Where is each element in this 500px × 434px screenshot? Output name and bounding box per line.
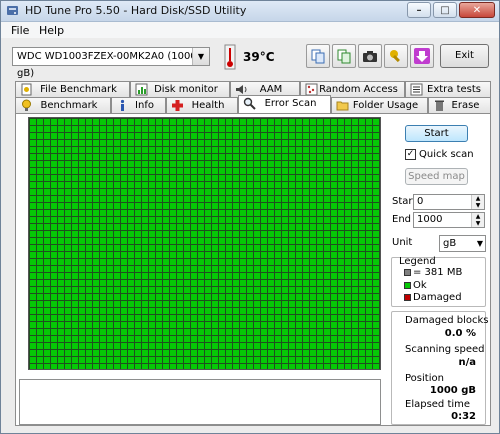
drive-select[interactable]: WDC WD1003FZEX-00MK2A0 (1000 gB) ▼ — [12, 47, 210, 79]
minimize-button[interactable]: – — [407, 2, 431, 18]
position-label: Position — [405, 373, 444, 384]
legend-ok-swatch — [404, 282, 411, 289]
end-spinner[interactable]: ▲ ▼ — [471, 213, 484, 227]
legend-block-swatch — [404, 269, 411, 276]
unit-select-value: gB — [443, 238, 457, 249]
start-field-value: 0 — [417, 196, 424, 207]
maximize-button[interactable]: □ — [433, 2, 457, 18]
window-title: HD Tune Pro 5.50 - Hard Disk/SSD Utility — [25, 4, 247, 17]
download-arrow-icon — [414, 48, 430, 64]
temperature-readout: 39°C — [243, 50, 275, 64]
end-field-value: 1000 — [417, 214, 443, 225]
quick-scan-label: Quick scan — [419, 149, 474, 160]
tab-disk-monitor[interactable]: Disk monitor — [130, 81, 230, 97]
save-button[interactable] — [410, 44, 434, 68]
scanning-speed-label: Scanning speed — [405, 344, 485, 355]
unit-select[interactable]: gB ▼ — [439, 235, 486, 252]
damaged-blocks-value: 0.0 % — [444, 328, 476, 339]
end-field[interactable]: 1000 ▲ ▼ — [413, 212, 485, 228]
scan-log-area[interactable] — [19, 379, 381, 425]
tab-health[interactable]: Health — [166, 97, 238, 113]
hd-tune-app-icon — [7, 6, 18, 15]
copy-icon — [311, 49, 325, 64]
close-button[interactable]: ✕ — [459, 2, 495, 18]
tab-error-scan[interactable]: Error Scan — [238, 95, 331, 113]
toolbar: WDC WD1003FZEX-00MK2A0 (1000 gB) ▼ 39°C — [1, 39, 499, 79]
start-button[interactable]: Start — [405, 125, 468, 142]
copy-info-button[interactable] — [332, 44, 356, 68]
start-spinner[interactable]: ▲ ▼ — [471, 195, 484, 209]
app-window: HD Tune Pro 5.50 - Hard Disk/SSD Utility… — [0, 0, 500, 434]
screenshot-button[interactable] — [358, 44, 382, 68]
damaged-blocks-label: Damaged blocks — [405, 315, 489, 326]
drive-select-value: WDC WD1003FZEX-00MK2A0 (1000 gB) — [17, 51, 197, 79]
legend-damaged-label: Damaged — [413, 292, 462, 303]
exit-button[interactable]: Exit — [440, 44, 489, 68]
start-field[interactable]: 0 ▲ ▼ — [413, 194, 485, 210]
unit-label: Unit — [392, 237, 413, 248]
elapsed-time-label: Elapsed time — [405, 399, 471, 410]
options-button[interactable] — [384, 44, 408, 68]
tab-file-benchmark[interactable]: File Benchmark — [15, 81, 130, 97]
chevron-down-icon: ▼ — [192, 48, 209, 65]
legend-block-size: = 381 MB — [413, 267, 463, 278]
menu-bar: File Help — [1, 22, 499, 38]
tab-benchmark[interactable]: Benchmark — [15, 97, 111, 113]
elapsed-time-value: 0:32 — [451, 411, 476, 422]
tab-extra-tests[interactable]: Extra tests — [405, 81, 491, 97]
quick-scan-checkbox[interactable]: ✓ — [405, 149, 416, 160]
copy-document-icon — [337, 49, 351, 64]
menu-file[interactable]: File — [11, 24, 29, 37]
chevron-down-icon: ▼ — [476, 239, 483, 248]
tab-folder-usage[interactable]: Folder Usage — [331, 97, 428, 113]
speed-map-button[interactable]: Speed map — [405, 168, 468, 185]
camera-icon — [363, 51, 377, 62]
end-field-label: End — [392, 214, 412, 225]
error-scan-block-map — [28, 117, 381, 370]
tab-erase[interactable]: Erase — [428, 97, 491, 113]
copy-text-button[interactable] — [306, 44, 330, 68]
legend-ok-label: Ok — [413, 280, 427, 291]
tab-info[interactable]: Info — [111, 97, 166, 113]
wrench-icon — [390, 50, 400, 63]
position-value: 1000 gB — [429, 385, 476, 396]
thermometer-icon — [224, 44, 236, 70]
menu-help[interactable]: Help — [39, 24, 64, 37]
title-bar: HD Tune Pro 5.50 - Hard Disk/SSD Utility… — [1, 1, 499, 22]
legend-damaged-swatch — [404, 294, 411, 301]
legend-title: Legend — [399, 256, 436, 267]
scanning-speed-value: n/a — [458, 357, 476, 368]
